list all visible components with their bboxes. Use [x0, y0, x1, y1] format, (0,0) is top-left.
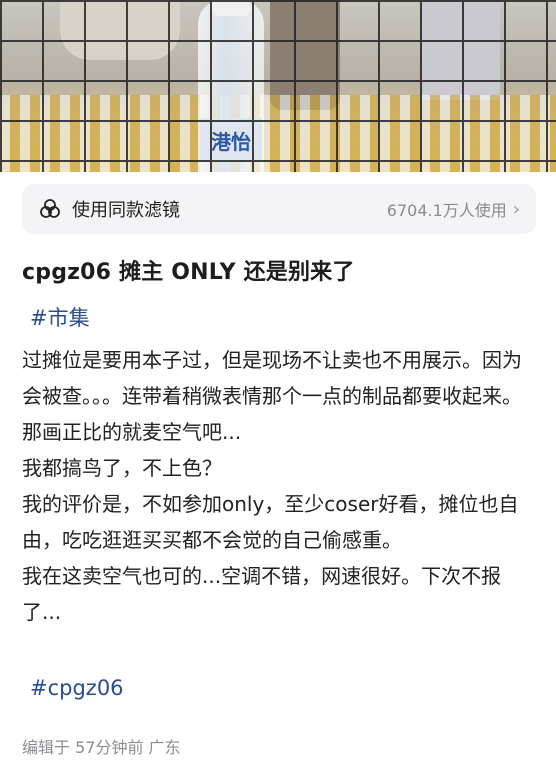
post-photo[interactable]: 港怡: [0, 0, 556, 172]
post-content: 过摊位是要用本子过，但是现场不让卖也不用展示。因为会被查。。。连带着稍微表情那个…: [22, 342, 536, 630]
post-title: cpgz06 摊主 ONLY 还是别来了: [22, 260, 355, 285]
content-paragraph: 我都搞鸟了，不上色？: [22, 456, 222, 480]
topic-tag-link[interactable]: #市集: [30, 302, 90, 332]
chevron-right-icon: ›: [512, 198, 520, 220]
wire-grid-rack: [0, 0, 556, 172]
filter-circles-icon: [40, 199, 60, 218]
content-paragraph: 过摊位是要用本子过，但是现场不让卖也不用展示。因为会被查。。。连带着稍微表情那个…: [22, 348, 522, 408]
filter-label: 使用同款滤镜: [72, 200, 180, 221]
post-meta: 编辑于 57分钟前 广东: [22, 738, 181, 757]
hashtag-link[interactable]: #cpgz06: [30, 676, 124, 700]
use-same-filter-bar[interactable]: 使用同款滤镜 6704.1万人使用 ›: [22, 184, 536, 234]
content-paragraph: 那画正比的就麦空气吧...: [22, 420, 242, 444]
content-paragraph: 我的评价是，不如参加only，至少coser好看，摊位也自由，吃吃逛逛买买都不会…: [22, 492, 519, 552]
filter-usage-count: 6704.1万人使用: [386, 201, 507, 220]
content-paragraph: 我在这卖空气也可的...空调不错，网速很好。下次不报了...: [22, 564, 502, 624]
